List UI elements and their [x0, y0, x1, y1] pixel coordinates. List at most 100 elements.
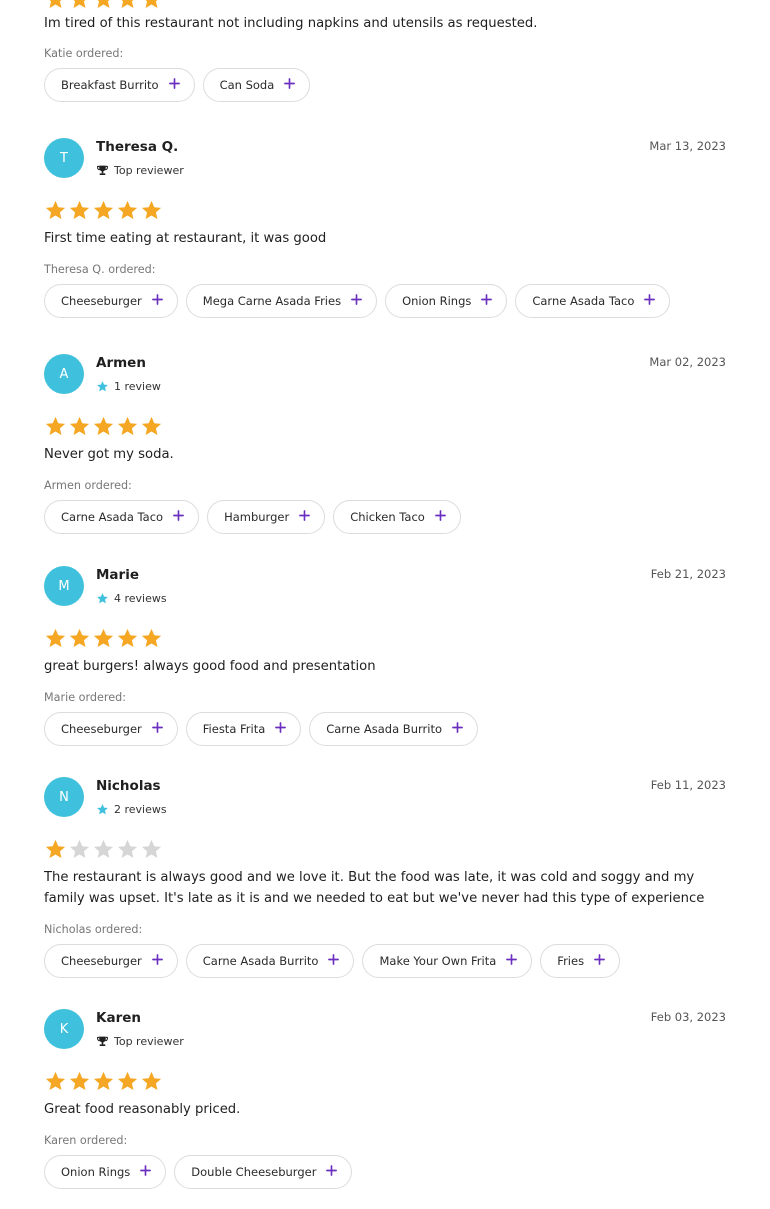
add-item-chip[interactable]: Mega Carne Asada Fries — [185, 284, 378, 318]
item-name: Fries — [557, 954, 585, 968]
star-filled-icon — [140, 415, 163, 442]
reviewer-name: Marie — [96, 567, 139, 583]
review-card: K Karen Feb 03, 2023 Top reviewer Great food… — [0, 1009, 770, 1209]
star-filled-icon — [44, 838, 67, 865]
review-date: Mar 02, 2023 — [649, 355, 726, 369]
ordered-label: Theresa Q. ordered: — [44, 263, 156, 276]
review-text: Im tired of this restaurant not includin… — [44, 16, 538, 31]
plus-icon — [173, 510, 184, 524]
plus-icon — [168, 78, 180, 92]
plus-icon — [151, 294, 163, 308]
star-empty-icon — [116, 838, 139, 865]
review-card: T Theresa Q. Mar 13, 2023 Top reviewer First… — [0, 138, 770, 338]
plus-icon — [481, 294, 493, 308]
reviewer-name: Karen — [96, 1010, 141, 1026]
plus-icon — [594, 954, 605, 968]
trophy-icon — [96, 1035, 109, 1048]
star-filled-icon — [140, 1070, 163, 1097]
review-text: Great food reasonably priced. — [44, 1102, 241, 1117]
avatar: N — [44, 777, 84, 817]
add-item-chip[interactable]: Onion Rings — [385, 284, 508, 318]
add-item-chip[interactable]: Fries — [540, 944, 621, 978]
add-item-chip[interactable]: Double Cheeseburger — [174, 1155, 353, 1189]
add-item-chip[interactable]: Chicken Taco — [333, 500, 461, 534]
item-name: Can Soda — [219, 78, 275, 92]
review-text: The restaurant is always good and we lov… — [44, 870, 705, 906]
item-name: Double Cheeseburger — [191, 1165, 317, 1179]
plus-icon — [326, 1165, 338, 1179]
add-item-chip[interactable]: Carne Asada Taco — [44, 500, 200, 534]
ordered-label: Katie ordered: — [44, 47, 124, 60]
add-item-chip[interactable]: Cheeseburger — [44, 284, 178, 318]
add-item-chip[interactable]: Carne Asada Burrito — [185, 944, 355, 978]
star-icon — [96, 803, 109, 816]
ordered-items: Cheeseburger Carne Asada Burrito Make Your… — [44, 944, 621, 978]
review-card: N Nicholas Feb 11, 2023 2 reviews The restau… — [0, 777, 770, 978]
item-name: Onion Rings — [402, 294, 472, 308]
review-date: Feb 03, 2023 — [650, 1010, 726, 1024]
star-filled-icon — [68, 627, 91, 654]
reviewer-badge: 1 review — [96, 380, 161, 393]
review-date: Feb 11, 2023 — [650, 778, 726, 792]
add-item-chip[interactable]: Hamburger — [207, 500, 326, 534]
star-filled-icon — [116, 415, 139, 442]
avatar: A — [44, 354, 84, 394]
avatar: T — [44, 138, 84, 178]
badge-label: 2 reviews — [114, 803, 167, 816]
item-name: Cheeseburger — [61, 294, 142, 308]
star-filled-icon — [140, 199, 163, 226]
rating-stars — [44, 199, 163, 226]
review-date: Feb 21, 2023 — [650, 567, 726, 581]
reviewer-badge: Top reviewer — [96, 1035, 184, 1048]
item-name: Carne Asada Burrito — [326, 722, 442, 736]
ordered-label: Armen ordered: — [44, 479, 132, 492]
item-name: Onion Rings — [61, 1165, 131, 1179]
plus-icon — [351, 294, 362, 308]
avatar: M — [44, 566, 84, 606]
add-item-chip[interactable]: Cheeseburger — [44, 944, 178, 978]
add-item-chip[interactable]: Onion Rings — [44, 1155, 167, 1189]
item-name: Mega Carne Asada Fries — [202, 294, 342, 308]
add-item-chip[interactable]: Cheeseburger — [44, 712, 178, 746]
plus-icon — [151, 722, 163, 736]
star-filled-icon — [44, 1070, 67, 1097]
add-item-chip[interactable]: Fiesta Frita — [185, 712, 302, 746]
star-icon — [96, 592, 109, 605]
star-filled-icon — [140, 627, 163, 654]
star-empty-icon — [92, 838, 115, 865]
ordered-items: Cheeseburger Mega Carne Asada Fries Onion … — [44, 284, 671, 318]
star-filled-icon — [68, 199, 91, 226]
star-filled-icon — [44, 415, 67, 442]
review-card: A Armen Mar 02, 2023 1 review Never got my s… — [0, 354, 770, 554]
add-item-chip[interactable]: Make Your Own Frita — [362, 944, 533, 978]
star-filled-icon — [44, 627, 67, 654]
rating-stars — [44, 838, 163, 865]
star-filled-icon — [68, 1070, 91, 1097]
reviewer-name: Theresa Q. — [96, 139, 179, 155]
item-name: Cheeseburger — [61, 722, 142, 736]
star-filled-icon — [116, 199, 139, 226]
plus-icon — [434, 510, 446, 524]
item-name: Carne Asada Taco — [532, 294, 635, 308]
review-text: Never got my soda. — [44, 447, 174, 462]
star-filled-icon — [92, 1070, 115, 1097]
item-name: Hamburger — [224, 510, 290, 524]
reviewer-badge: Top reviewer — [96, 164, 184, 177]
review-date: Mar 13, 2023 — [649, 139, 726, 153]
add-item-chip[interactable]: Breakfast Burrito — [44, 68, 195, 102]
avatar: K — [44, 1009, 84, 1049]
add-item-chip[interactable]: Carne Asada Burrito — [309, 712, 478, 746]
badge-label: 4 reviews — [114, 592, 167, 605]
plus-icon — [452, 722, 463, 736]
add-item-chip[interactable]: Can Soda — [202, 68, 311, 102]
badge-label: Top reviewer — [114, 164, 184, 177]
star-filled-icon — [68, 415, 91, 442]
star-empty-icon — [140, 838, 163, 865]
star-filled-icon — [92, 415, 115, 442]
ordered-label: Karen ordered: — [44, 1134, 128, 1147]
item-name: Carne Asada Taco — [61, 510, 164, 524]
reviewer-badge: 4 reviews — [96, 592, 167, 605]
add-item-chip[interactable]: Carne Asada Taco — [515, 284, 671, 318]
item-name: Carne Asada Burrito — [202, 954, 319, 968]
star-empty-icon — [68, 838, 91, 865]
